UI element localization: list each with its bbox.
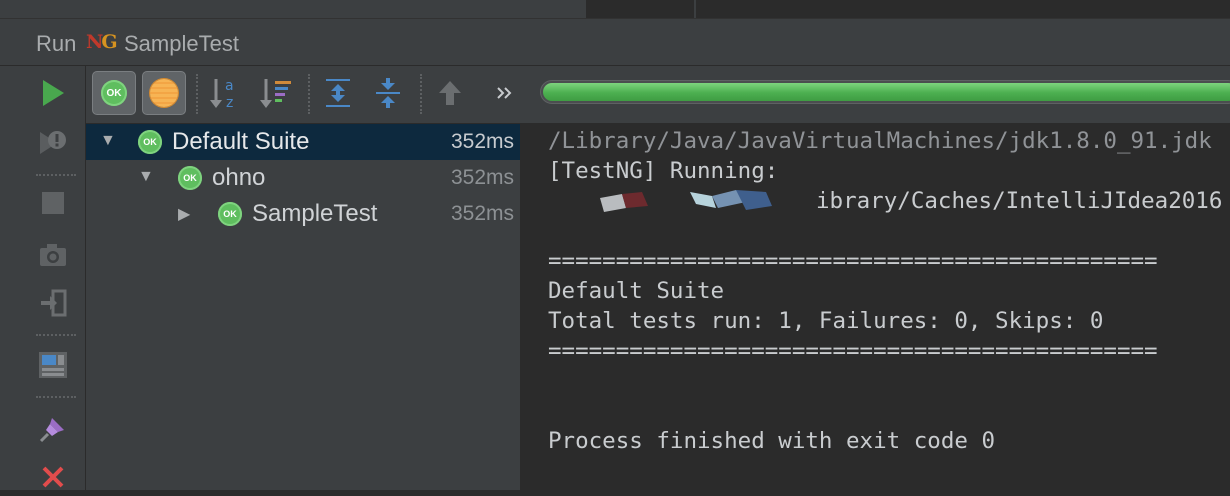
tree-row-duration: 352ms <box>450 130 514 153</box>
passed-icon: OK <box>218 202 242 226</box>
console-line: ibrary/Caches/IntelliJIdea2016 <box>816 188 1223 214</box>
testng-icon: NG <box>86 31 118 53</box>
sort-alpha-icon[interactable]: az <box>204 71 248 115</box>
tree-row-label: SampleTest <box>252 200 378 227</box>
tool-window-title: Run <box>36 31 77 56</box>
layout-icon[interactable] <box>30 346 76 384</box>
show-ignored-icon[interactable] <box>142 71 186 115</box>
console-line: Total tests run: 1, Failures: 0, Skips: … <box>548 308 1104 334</box>
progress-fill <box>543 83 1230 101</box>
top-strip <box>0 0 1230 18</box>
test-results-tree: ▼ OK Default Suite 352ms ▼ OK ohno 352ms… <box>86 124 522 490</box>
passed-icon: OK <box>138 130 162 154</box>
left-toolbar <box>0 66 86 490</box>
pin-icon[interactable] <box>30 410 76 448</box>
tree-row-default-suite[interactable]: ▼ OK Default Suite 352ms <box>86 124 520 160</box>
more-icon[interactable] <box>482 71 526 115</box>
console-separator: ========================================… <box>548 248 1158 274</box>
test-progress-bar <box>540 80 1230 104</box>
stop-icon[interactable] <box>30 184 76 222</box>
tree-row-label: Default Suite <box>172 128 310 155</box>
sort-duration-icon[interactable] <box>254 71 298 115</box>
previous-failed-icon[interactable] <box>428 71 472 115</box>
tree-row-label: ohno <box>212 164 266 191</box>
toolbar-separator <box>420 74 422 114</box>
console-line: [TestNG] Running: <box>548 158 779 184</box>
tree-row-duration: 352ms <box>450 166 514 189</box>
svg-text:a: a <box>225 78 234 94</box>
passed-icon: OK <box>178 166 202 190</box>
run-tool-window-header: Run NG SampleTest <box>0 18 1230 66</box>
collapse-all-icon[interactable] <box>366 71 410 115</box>
toolbar-separator <box>36 396 76 398</box>
run-config-tab[interactable]: SampleTest <box>124 31 239 57</box>
export-icon[interactable] <box>30 284 76 322</box>
toolbar-separator <box>196 74 198 114</box>
console-output[interactable]: /Library/Java/JavaVirtualMachines/jdk1.8… <box>524 124 1230 490</box>
rerun-icon[interactable] <box>30 74 76 112</box>
expand-arrow-icon[interactable]: ▼ <box>100 132 116 150</box>
toolbar-separator <box>36 334 76 336</box>
console-separator: ========================================… <box>548 338 1158 364</box>
tree-row-sampletest[interactable]: ▶ OK SampleTest 352ms <box>86 196 520 232</box>
tree-row-duration: 352ms <box>450 202 514 225</box>
rerun-failed-icon[interactable] <box>30 124 76 162</box>
expand-all-icon[interactable] <box>316 71 360 115</box>
svg-text:z: z <box>226 95 233 111</box>
toolbar-separator <box>36 174 76 176</box>
console-line: /Library/Java/JavaVirtualMachines/jdk1.8… <box>548 128 1212 154</box>
redacted-blur <box>600 190 772 212</box>
top-strip-segment <box>696 0 1230 18</box>
collapsed-arrow-icon[interactable]: ▶ <box>178 204 190 224</box>
toolbar-separator <box>308 74 310 114</box>
console-line: Process finished with exit code 0 <box>548 428 996 454</box>
test-runner-toolbar: OK az <box>86 66 1230 124</box>
console-line: Default Suite <box>548 278 725 304</box>
tree-row-ohno[interactable]: ▼ OK ohno 352ms <box>86 160 520 196</box>
screenshot-icon[interactable] <box>30 236 76 274</box>
show-passed-icon[interactable]: OK <box>92 71 136 115</box>
top-strip-segment <box>586 0 694 18</box>
close-icon[interactable] <box>30 458 76 496</box>
expand-arrow-icon[interactable]: ▼ <box>138 168 154 186</box>
